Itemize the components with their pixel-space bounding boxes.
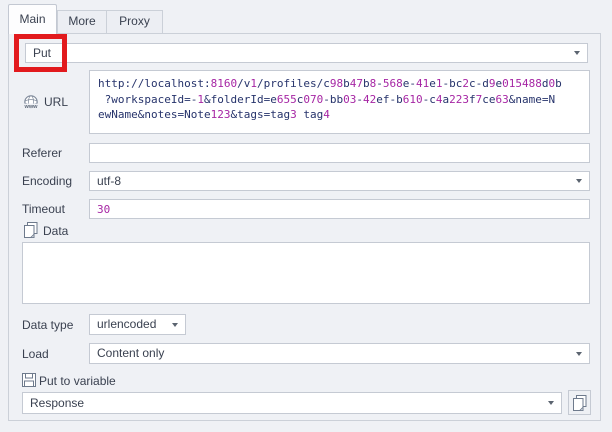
- load-value: Content only: [97, 346, 164, 360]
- chevron-down-icon: [576, 179, 582, 183]
- referer-label: Referer: [22, 143, 62, 163]
- chevron-down-icon: [172, 323, 178, 327]
- chevron-down-icon: [574, 51, 580, 55]
- data-type-dropdown[interactable]: urlencoded: [89, 314, 186, 335]
- put-to-variable-label: Put to variable: [39, 371, 116, 391]
- data-label: Data: [43, 221, 68, 241]
- timeout-input[interactable]: [89, 199, 590, 219]
- url-line: ewName&notes=Note123&tags=tag3 tag4: [98, 107, 581, 123]
- svg-text:www: www: [23, 104, 38, 110]
- url-line: ?workspaceId=-1&folderId=e655c070-bb03-4…: [98, 92, 581, 108]
- encoding-value: utf-8: [97, 174, 121, 188]
- request-settings-window: Main More Proxy Put www URL http://local…: [0, 0, 612, 432]
- put-to-variable-dropdown[interactable]: Response: [22, 392, 562, 414]
- url-input[interactable]: http://localhost:8160/v1/profiles/c98b47…: [89, 70, 590, 134]
- save-floppy-icon: [22, 373, 36, 390]
- method-dropdown[interactable]: Put: [25, 43, 588, 63]
- encoding-dropdown[interactable]: utf-8: [89, 171, 590, 191]
- method-value: Put: [33, 46, 51, 60]
- globe-www-icon: www: [22, 94, 40, 114]
- load-dropdown[interactable]: Content only: [89, 343, 590, 364]
- data-type-label: Data type: [22, 315, 73, 335]
- data-textarea[interactable]: [22, 242, 590, 304]
- encoding-label: Encoding: [22, 171, 72, 191]
- data-type-value: urlencoded: [97, 317, 156, 331]
- chevron-down-icon: [548, 401, 554, 405]
- timeout-label: Timeout: [22, 199, 65, 219]
- tab-proxy[interactable]: Proxy: [106, 10, 163, 33]
- copy-to-clipboard-button[interactable]: [568, 390, 591, 415]
- tab-more[interactable]: More: [57, 10, 107, 33]
- url-label: URL: [44, 92, 68, 112]
- url-line: http://localhost:8160/v1/profiles/c98b47…: [98, 76, 581, 92]
- load-label: Load: [22, 344, 49, 364]
- copy-pages-icon: [24, 222, 38, 241]
- chevron-down-icon: [576, 352, 582, 356]
- copy-pages-icon: [573, 395, 587, 411]
- put-to-variable-value: Response: [30, 396, 84, 410]
- referer-input[interactable]: [89, 143, 590, 163]
- tab-main[interactable]: Main: [8, 4, 57, 34]
